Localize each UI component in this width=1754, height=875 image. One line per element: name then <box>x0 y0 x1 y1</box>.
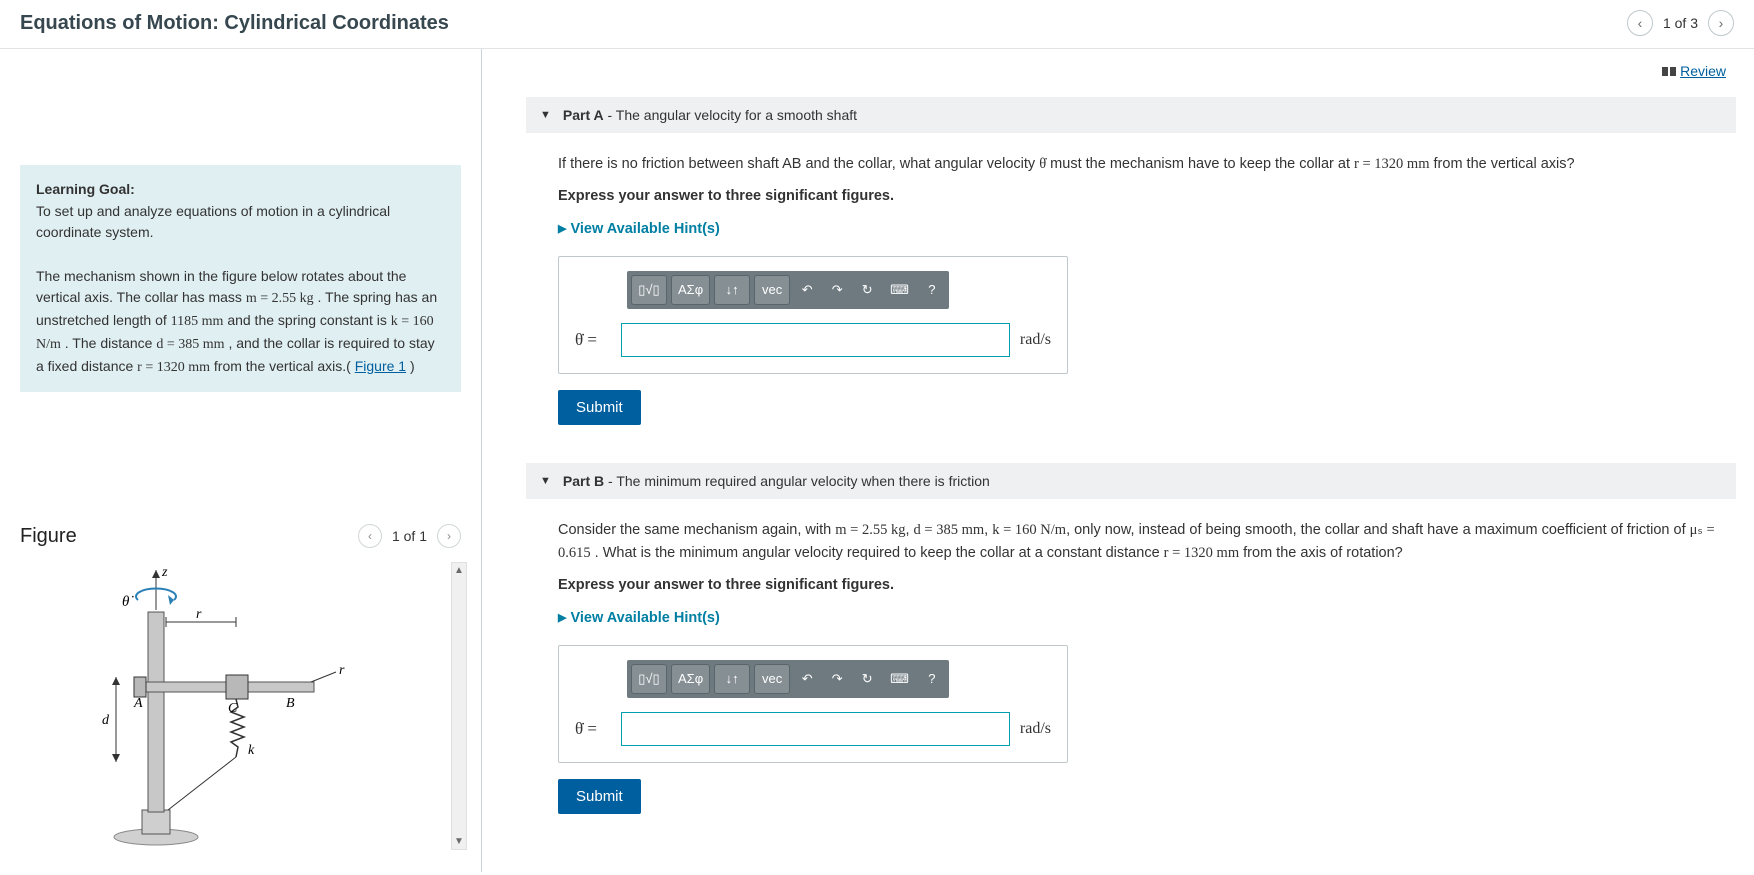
left-panel: Learning Goal: To set up and analyze equ… <box>0 49 482 872</box>
templates-button[interactable]: ▯√▯ <box>631 275 667 305</box>
lg-text-f: from the vertical axis.( <box>214 358 351 374</box>
keyboard-button[interactable]: ⌨ <box>884 275 915 305</box>
lg-text-d: . The distance <box>65 335 157 351</box>
learning-goal-line1: To set up and analyze equations of motio… <box>36 203 390 241</box>
figure-nav: ‹ 1 of 1 › <box>358 524 461 548</box>
figure-title: Figure <box>20 525 77 548</box>
subscript-button[interactable]: ↓↑ <box>714 664 750 694</box>
part-a-answer-box: ▯√▯ ΑΣφ ↓↑ vec ↶ ↷ ↻ ⌨ ? θ̇ = rad/s <box>558 256 1068 374</box>
reset-button[interactable]: ↻ <box>854 275 880 305</box>
page-nav: ‹ 1 of 3 › <box>1627 10 1734 36</box>
undo-button[interactable]: ↶ <box>794 664 820 694</box>
page-header: Equations of Motion: Cylindrical Coordin… <box>0 0 1754 49</box>
page-title: Equations of Motion: Cylindrical Coordin… <box>20 12 449 35</box>
part-b-units: rad/s <box>1020 717 1051 742</box>
lg-text-g: ) <box>410 358 415 374</box>
figure-scrollbar[interactable]: ▲ ▼ <box>451 562 467 850</box>
part-b-subtitle: - The minimum required angular velocity … <box>604 473 990 489</box>
part-a-label: Part A <box>563 107 604 123</box>
figure-body: z θ̇ r r d A C B <box>20 562 461 852</box>
learning-goal-heading: Learning Goal: <box>36 181 135 197</box>
part-a-header[interactable]: ▼ Part A - The angular velocity for a sm… <box>526 97 1736 133</box>
redo-button[interactable]: ↷ <box>824 664 850 694</box>
part-a-submit-button[interactable]: Submit <box>558 390 641 425</box>
label-theta: θ̇ <box>122 594 134 610</box>
label-C: C <box>228 701 238 716</box>
scroll-up-icon[interactable]: ▲ <box>452 563 466 578</box>
redo-button[interactable]: ↷ <box>824 275 850 305</box>
lg-unstretched: 1185 mm <box>171 314 224 329</box>
next-page-button[interactable]: › <box>1708 10 1734 36</box>
greek-button[interactable]: ΑΣφ <box>671 275 710 305</box>
help-button[interactable]: ? <box>919 275 945 305</box>
part-b-submit-button[interactable]: Submit <box>558 779 641 814</box>
scroll-down-icon[interactable]: ▼ <box>452 834 466 849</box>
part-b-question: Consider the same mechanism again, with … <box>558 519 1726 564</box>
mechanism-diagram: z θ̇ r r d A C B <box>76 562 406 852</box>
caret-down-icon: ▼ <box>540 475 551 487</box>
lg-d: d = 385 mm <box>156 337 224 352</box>
part-b-answer-label: θ̇ = <box>575 716 611 742</box>
vec-button[interactable]: vec <box>754 275 790 305</box>
part-a-toolbar: ▯√▯ ΑΣφ ↓↑ vec ↶ ↷ ↻ ⌨ ? <box>627 271 949 309</box>
lg-mass: m = 2.55 kg <box>246 291 314 306</box>
review-link[interactable]: Review <box>526 63 1726 79</box>
part-b-body: Consider the same mechanism again, with … <box>526 499 1736 824</box>
part-a-question: If there is no friction between shaft AB… <box>558 153 1726 175</box>
reset-button[interactable]: ↻ <box>854 664 880 694</box>
part-b-hints-label: View Available Hint(s) <box>570 607 719 629</box>
label-k: k <box>248 743 255 758</box>
label-d: d <box>102 713 110 728</box>
label-A: A <box>133 696 143 711</box>
undo-button[interactable]: ↶ <box>794 275 820 305</box>
review-label: Review <box>1680 63 1726 79</box>
part-a-body: If there is no friction between shaft AB… <box>526 133 1736 435</box>
help-button[interactable]: ? <box>919 664 945 694</box>
part-a-section: ▼ Part A - The angular velocity for a sm… <box>526 97 1736 435</box>
lg-text-c: and the spring constant is <box>227 312 390 328</box>
part-a-answer-line: θ̇ = rad/s <box>575 323 1051 357</box>
page-counter: 1 of 3 <box>1663 15 1698 31</box>
part-b-section: ▼ Part B - The minimum required angular … <box>526 463 1736 824</box>
part-b-toolbar: ▯√▯ ΑΣφ ↓↑ vec ↶ ↷ ↻ ⌨ ? <box>627 660 949 698</box>
greek-button[interactable]: ΑΣφ <box>671 664 710 694</box>
figure-link[interactable]: Figure 1 <box>355 358 406 374</box>
right-panel: Review ▼ Part A - The angular velocity f… <box>482 49 1754 872</box>
part-b-label: Part B <box>563 473 604 489</box>
label-r-b: r <box>339 663 345 678</box>
part-b-answer-input[interactable] <box>621 712 1010 746</box>
subscript-button[interactable]: ↓↑ <box>714 275 750 305</box>
templates-button[interactable]: ▯√▯ <box>631 664 667 694</box>
label-B: B <box>286 696 295 711</box>
review-icon <box>1662 67 1676 76</box>
caret-down-icon: ▼ <box>540 109 551 121</box>
prev-page-button[interactable]: ‹ <box>1627 10 1653 36</box>
part-b-answer-box: ▯√▯ ΑΣφ ↓↑ vec ↶ ↷ ↻ ⌨ ? θ̇ = rad/s <box>558 645 1068 763</box>
part-a-hints-label: View Available Hint(s) <box>570 218 719 240</box>
part-b-hints-toggle[interactable]: ▶ View Available Hint(s) <box>558 607 1726 629</box>
learning-goal-box: Learning Goal: To set up and analyze equ… <box>20 165 461 392</box>
vec-button[interactable]: vec <box>754 664 790 694</box>
lg-r: r = 1320 mm <box>137 360 210 375</box>
part-a-answer-input[interactable] <box>621 323 1010 357</box>
figure-prev-button[interactable]: ‹ <box>358 524 382 548</box>
part-b-header[interactable]: ▼ Part B - The minimum required angular … <box>526 463 1736 499</box>
part-b-answer-line: θ̇ = rad/s <box>575 712 1051 746</box>
part-a-answer-label: θ̇ = <box>575 327 611 353</box>
part-a-units: rad/s <box>1020 328 1051 353</box>
figure-header: Figure ‹ 1 of 1 › <box>20 524 461 548</box>
part-a-hints-toggle[interactable]: ▶ View Available Hint(s) <box>558 218 1726 240</box>
label-r-top: r <box>196 607 202 622</box>
part-b-express: Express your answer to three significant… <box>558 574 1726 596</box>
part-a-express: Express your answer to three significant… <box>558 185 1726 207</box>
caret-right-icon: ▶ <box>558 610 566 627</box>
part-a-subtitle: - The angular velocity for a smooth shaf… <box>604 107 857 123</box>
keyboard-button[interactable]: ⌨ <box>884 664 915 694</box>
figure-next-button[interactable]: › <box>437 524 461 548</box>
label-z: z <box>161 565 168 580</box>
figure-counter: 1 of 1 <box>392 528 427 544</box>
caret-right-icon: ▶ <box>558 221 566 238</box>
